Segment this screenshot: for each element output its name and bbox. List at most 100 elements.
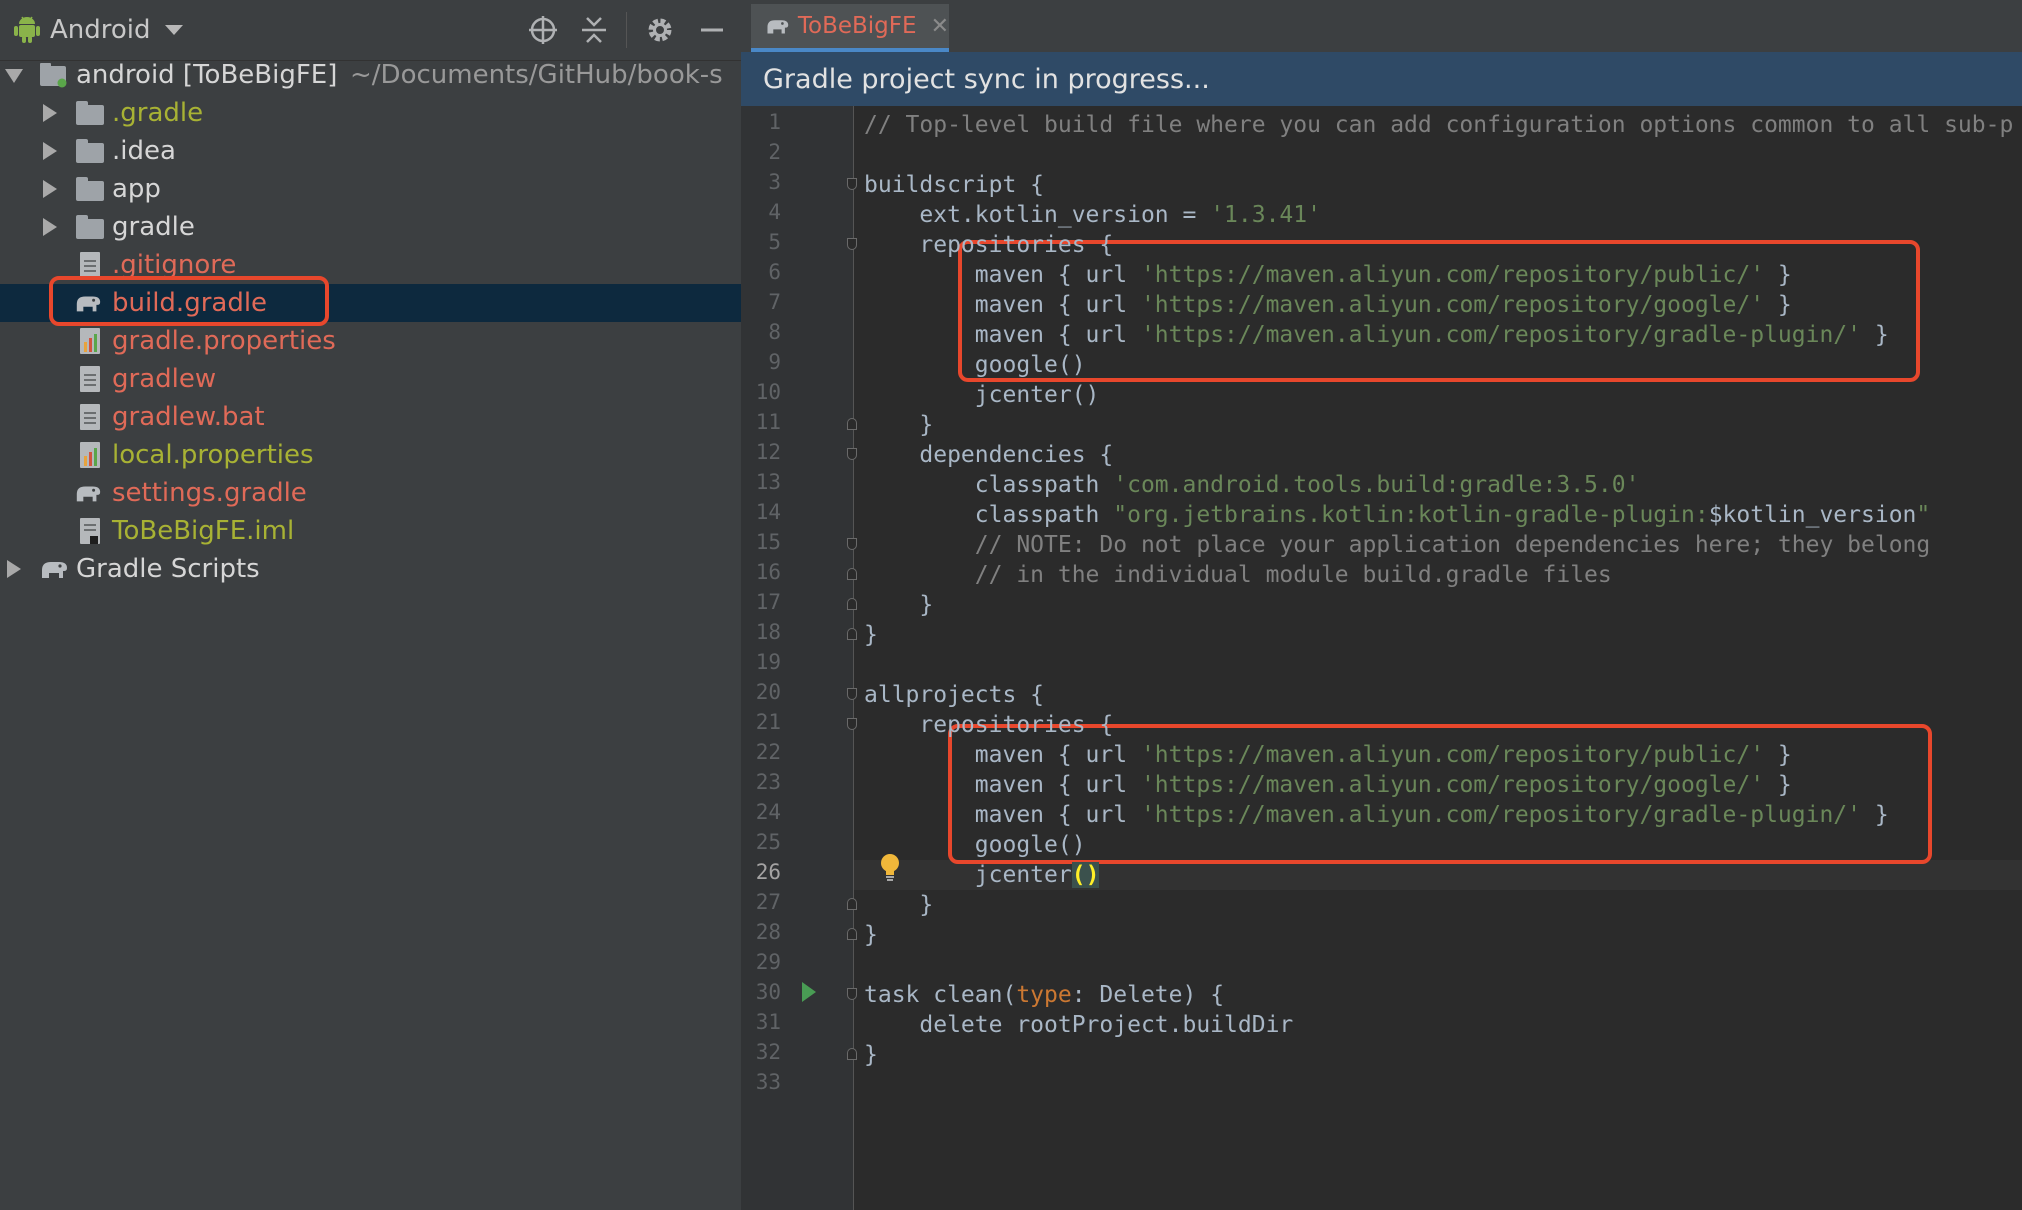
code-line[interactable]: ext.kotlin_version = '1.3.41' <box>864 200 1321 230</box>
fold-marker-icon[interactable] <box>847 1048 857 1060</box>
code-line[interactable]: google() <box>864 350 1086 380</box>
code-token: maven { url <box>864 262 1141 288</box>
expand-arrow-icon[interactable] <box>43 142 57 160</box>
tree-item-gitignore[interactable]: .gitignore <box>0 246 741 284</box>
tree-item-iml[interactable]: ToBeBigFE.iml <box>0 512 741 550</box>
tree-item-gradle[interactable]: gradle <box>0 208 741 246</box>
code-line[interactable]: maven { url 'https://maven.aliyun.com/re… <box>864 740 1792 770</box>
code-line[interactable]: repositories { <box>864 710 1113 740</box>
project-view-selector[interactable]: Android <box>14 8 183 52</box>
tree-item-settings-gradle[interactable]: settings.gradle <box>0 474 741 512</box>
properties-file-icon <box>80 442 100 468</box>
settings-button[interactable] <box>640 10 680 50</box>
tree-item-label: gradlew.bat <box>112 402 265 432</box>
code-line[interactable]: // Top-level build file where you can ad… <box>864 110 2013 140</box>
code-line[interactable]: } <box>864 1040 878 1070</box>
code-line[interactable]: task clean(type: Delete) { <box>864 980 1224 1010</box>
line-number: 16 <box>755 560 781 584</box>
tree-item-build-gradle[interactable]: build.gradle <box>0 284 741 322</box>
code-line[interactable]: maven { url 'https://maven.aliyun.com/re… <box>864 800 1889 830</box>
code-line[interactable]: } <box>864 920 878 950</box>
code-line[interactable]: classpath "org.jetbrains.kotlin:kotlin-g… <box>864 500 1931 530</box>
code-line[interactable]: } <box>864 410 933 440</box>
fold-marker-icon[interactable] <box>847 568 857 580</box>
line-number: 30 <box>755 980 781 1004</box>
code-line[interactable]: } <box>864 620 878 650</box>
fold-marker-icon[interactable] <box>847 448 857 460</box>
expand-arrow-icon[interactable] <box>43 218 57 236</box>
code-line[interactable]: } <box>864 890 933 920</box>
code-token: } <box>864 412 934 438</box>
code-line[interactable]: repositories { <box>864 230 1113 260</box>
code-token: google() <box>864 352 1086 378</box>
fold-marker-icon[interactable] <box>847 418 857 430</box>
fold-marker-icon[interactable] <box>847 988 857 1000</box>
expand-arrow-icon[interactable] <box>43 104 57 122</box>
tree-item-local-properties[interactable]: local.properties <box>0 436 741 474</box>
code-line[interactable]: buildscript { <box>864 170 1044 200</box>
tree-item-app[interactable]: app <box>0 170 741 208</box>
tree-item-gradlew-bat[interactable]: gradlew.bat <box>0 398 741 436</box>
tree-item-gradlew[interactable]: gradlew <box>0 360 741 398</box>
code-line[interactable]: jcenter() <box>864 380 1100 410</box>
fold-marker-icon[interactable] <box>847 928 857 940</box>
line-number: 19 <box>755 650 781 674</box>
minimize-button[interactable] <box>692 10 732 50</box>
fold-marker-icon[interactable] <box>847 898 857 910</box>
code-token: } <box>1764 292 1792 318</box>
fold-marker-icon[interactable] <box>847 688 857 700</box>
code-token: $kotlin_version <box>1708 502 1917 528</box>
tree-item-gradle-properties[interactable]: gradle.properties <box>0 322 741 360</box>
tab-label: ToBeBigFE <box>797 13 917 39</box>
code-line[interactable]: maven { url 'https://maven.aliyun.com/re… <box>864 770 1792 800</box>
tab-tobebigfe[interactable]: ToBeBigFE ✕ <box>751 4 949 52</box>
code-line[interactable]: // in the individual module build.gradle… <box>864 560 1612 590</box>
fold-marker-icon[interactable] <box>847 238 857 250</box>
chevron-down-icon <box>164 25 183 35</box>
iml-file-icon <box>80 518 100 544</box>
code-line[interactable]: allprojects { <box>864 680 1044 710</box>
fold-marker-icon[interactable] <box>847 178 857 190</box>
close-icon[interactable]: ✕ <box>931 14 949 39</box>
code-line[interactable]: maven { url 'https://maven.aliyun.com/re… <box>864 320 1889 350</box>
code-line[interactable]: maven { url 'https://maven.aliyun.com/re… <box>864 260 1792 290</box>
line-number: 7 <box>768 290 781 314</box>
code-line[interactable]: // NOTE: Do not place your application d… <box>864 530 1930 560</box>
tree-item-label: gradlew <box>112 364 217 394</box>
locate-button[interactable] <box>523 10 563 50</box>
code-line[interactable]: classpath 'com.android.tools.build:gradl… <box>864 470 1640 500</box>
code-token: 'https://maven.aliyun.com/repository/gra… <box>1140 322 1862 348</box>
tree-item-dot-gradle[interactable]: .gradle <box>0 94 741 132</box>
line-number: 33 <box>755 1070 781 1094</box>
collapse-all-button[interactable] <box>574 10 614 50</box>
tree-item-gradle-scripts[interactable]: Gradle Scripts <box>0 550 741 588</box>
fold-marker-icon[interactable] <box>847 598 857 610</box>
code-token: maven { url <box>864 742 1141 768</box>
fold-marker-icon[interactable] <box>847 718 857 730</box>
run-icon[interactable] <box>801 981 817 1003</box>
code-token: classpath <box>864 502 1114 528</box>
tree-item-idea[interactable]: .idea <box>0 132 741 170</box>
code-line[interactable]: maven { url 'https://maven.aliyun.com/re… <box>864 290 1792 320</box>
folder-icon <box>76 214 104 240</box>
folder-icon <box>76 138 104 164</box>
line-number: 9 <box>768 350 781 374</box>
line-number: 23 <box>755 770 781 794</box>
line-number: 24 <box>755 800 781 824</box>
line-number: 6 <box>768 260 781 284</box>
expand-arrow-icon[interactable] <box>43 180 57 198</box>
expand-arrow-icon[interactable] <box>5 69 23 83</box>
code-line[interactable]: } <box>864 590 933 620</box>
code-token: 'https://maven.aliyun.com/repository/pub… <box>1140 262 1765 288</box>
code-token: jcenter() <box>864 382 1100 408</box>
code-line[interactable]: dependencies { <box>864 440 1113 470</box>
expand-arrow-icon[interactable] <box>7 560 21 578</box>
fold-marker-icon[interactable] <box>847 538 857 550</box>
fold-marker-icon[interactable] <box>847 628 857 640</box>
line-number: 8 <box>768 320 781 344</box>
code-line[interactable]: google() <box>864 830 1086 860</box>
tree-root-android[interactable]: android [ToBeBigFE] ~/Documents/GitHub/b… <box>0 56 741 94</box>
project-toolbar: Android <box>0 0 741 61</box>
code-line[interactable]: jcenter() <box>864 860 1100 890</box>
code-line[interactable]: delete rootProject.buildDir <box>864 1010 1293 1040</box>
